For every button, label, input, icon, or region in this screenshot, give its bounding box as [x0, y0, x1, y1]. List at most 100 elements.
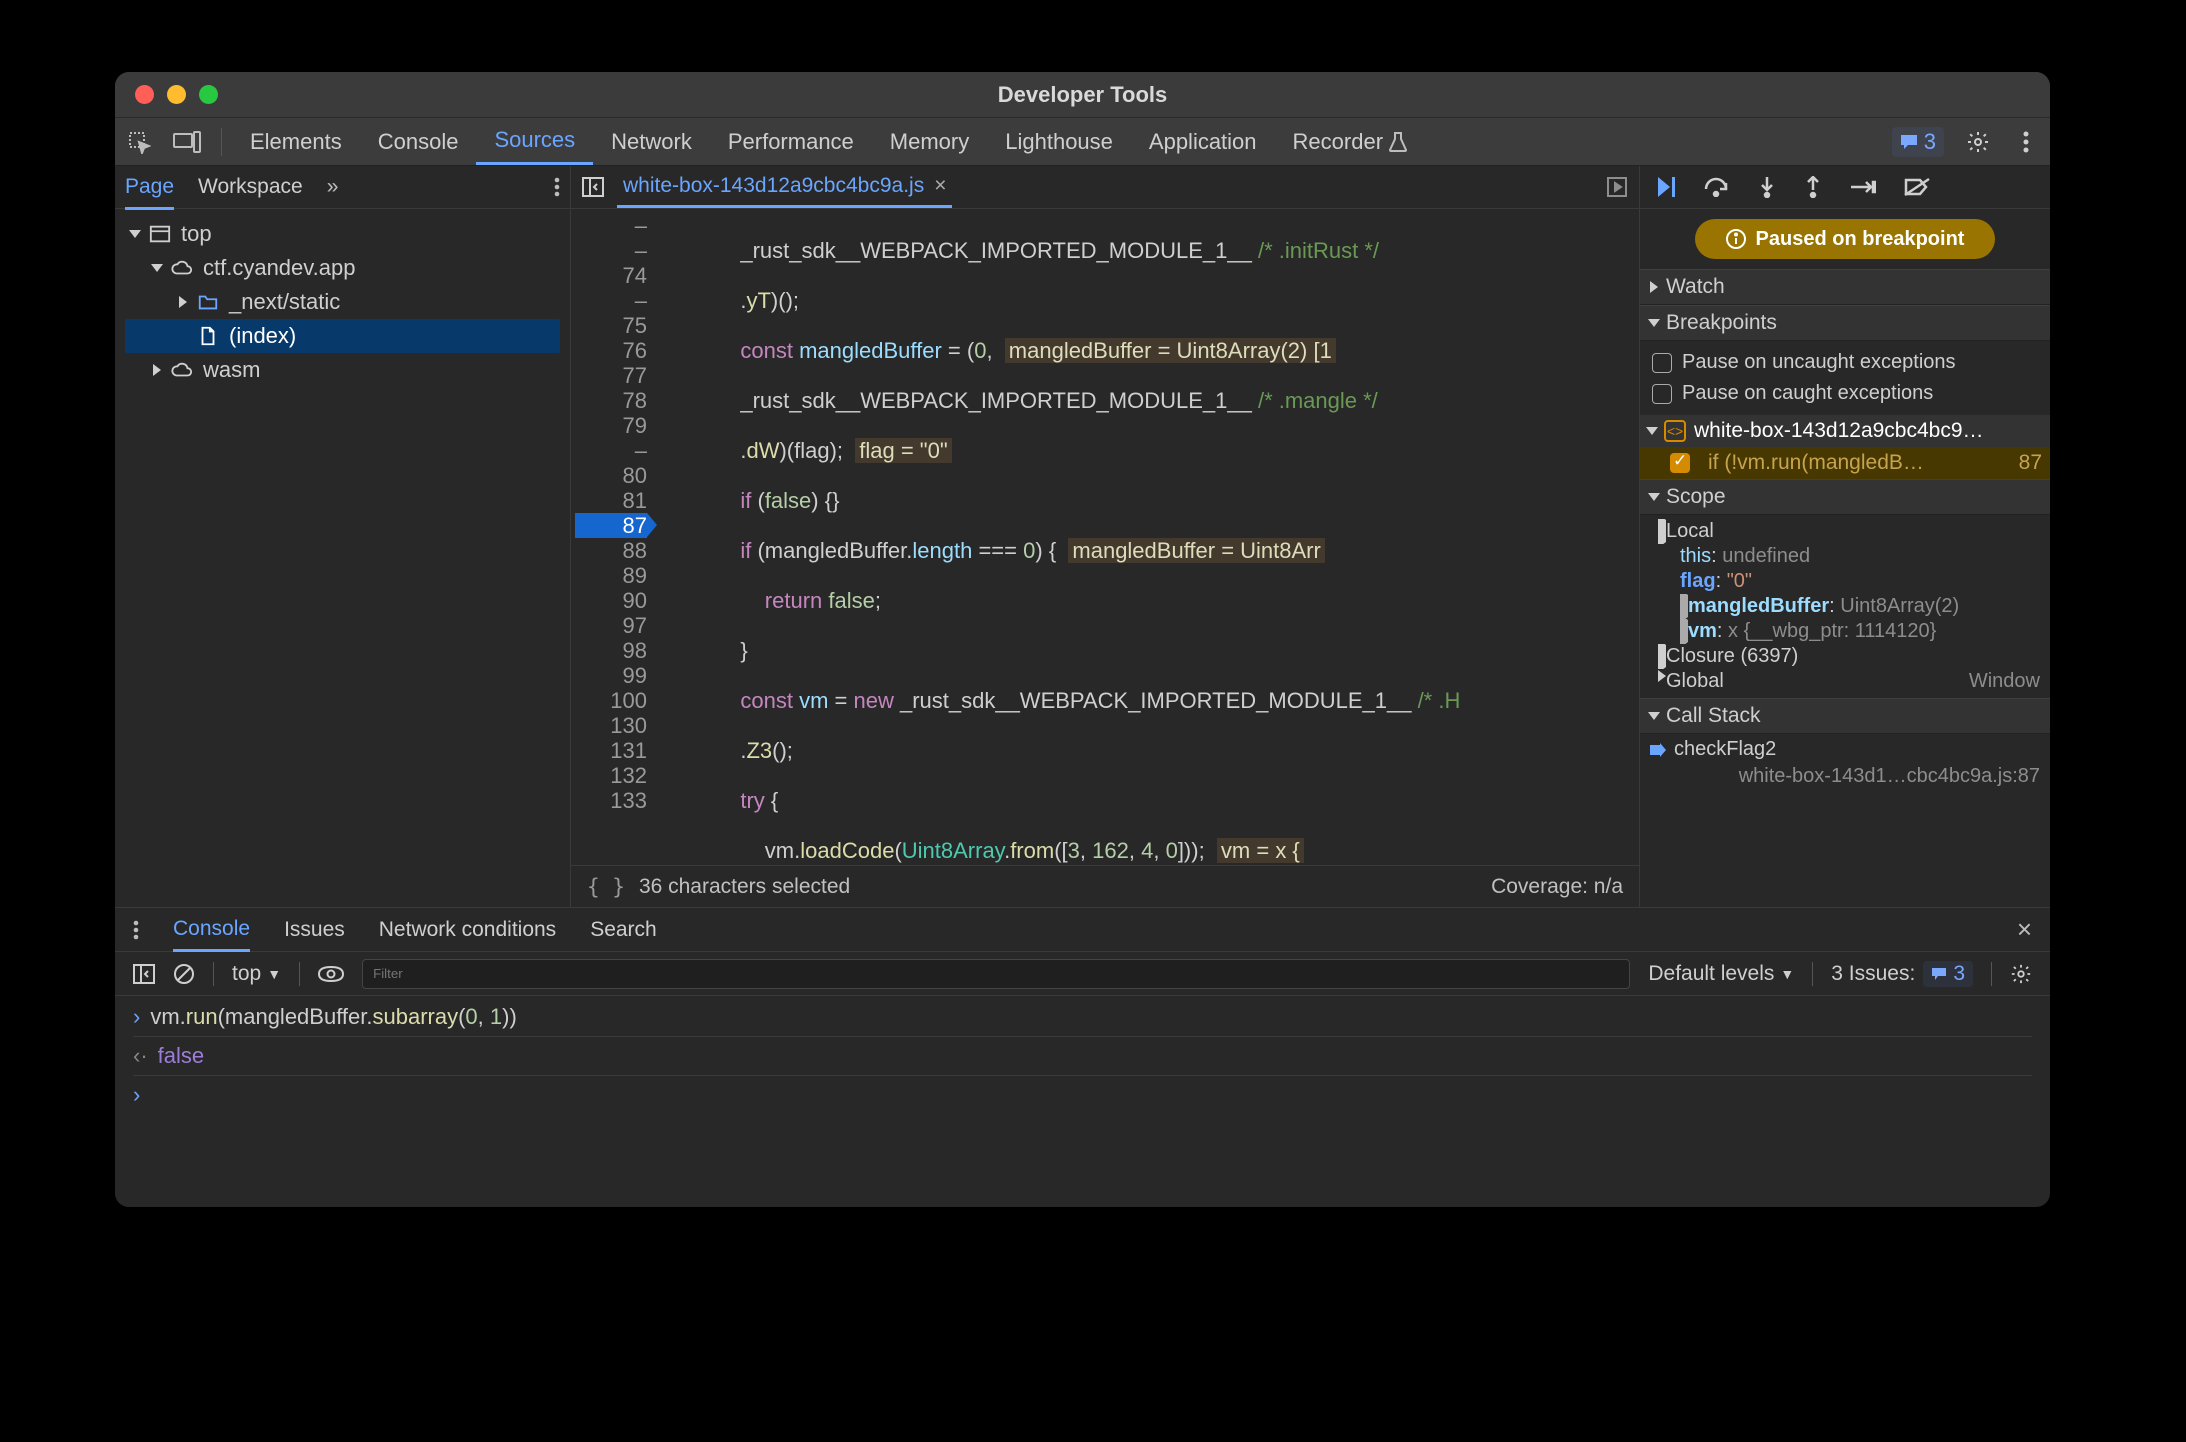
file-icon [197, 325, 219, 347]
step-out-icon[interactable] [1804, 176, 1822, 198]
drawer-tab-network-conditions[interactable]: Network conditions [379, 918, 556, 942]
prompt-icon: › [133, 1004, 140, 1029]
tab-lighthouse[interactable]: Lighthouse [987, 118, 1131, 165]
inline-value: mangledBuffer = Uint8Array(2) [1 [1005, 338, 1336, 363]
nav-tab-overflow[interactable]: » [327, 175, 339, 199]
device-toolbar-icon[interactable] [169, 124, 205, 160]
context-selector[interactable]: top ▼ [232, 962, 281, 986]
step-icon[interactable] [1850, 179, 1876, 195]
tree-top[interactable]: top [125, 217, 560, 251]
levels-dropdown[interactable]: Default levels ▼ [1648, 962, 1794, 986]
scope-global[interactable]: GlobalWindow [1650, 669, 2040, 694]
console-sidebar-toggle-icon[interactable] [133, 964, 155, 984]
drawer: Console Issues Network conditions Search… [115, 907, 2050, 1207]
file-tab-name: white-box-143d12a9cbc4bc9a.js [623, 174, 924, 198]
deactivate-breakpoints-icon[interactable] [1904, 177, 1930, 197]
drawer-tabs: Console Issues Network conditions Search… [115, 908, 2050, 952]
breakpoint-line-number: 87 [2019, 451, 2042, 475]
nav-tab-workspace[interactable]: Workspace [198, 175, 303, 199]
tab-console[interactable]: Console [360, 118, 477, 165]
tree-folder[interactable]: _next/static [125, 285, 560, 319]
file-tree: top ctf.cyandev.app _next/static (index) [115, 209, 570, 395]
tree-file-index[interactable]: (index) [125, 319, 560, 353]
scope-closure[interactable]: Closure (6397) [1650, 644, 2040, 669]
resume-icon[interactable] [1658, 177, 1676, 197]
console-body[interactable]: ›vm.run(mangledBuffer.subarray(0, 1)) ‹·… [115, 996, 2050, 1207]
tab-network[interactable]: Network [593, 118, 710, 165]
tab-memory[interactable]: Memory [872, 118, 987, 165]
chevron-down-icon [151, 264, 163, 272]
issues-link[interactable]: 3 Issues: 3 [1831, 961, 1973, 987]
scope-vm[interactable]: vm: x {__wbg_ptr: 1114120} [1650, 619, 2040, 644]
console-input[interactable]: › [133, 1076, 2032, 1108]
window-icon [149, 223, 171, 245]
pretty-print-icon[interactable]: { } [587, 875, 625, 899]
close-icon[interactable]: × [934, 174, 946, 198]
chevron-down-icon [129, 230, 141, 238]
inspect-element-icon[interactable] [121, 124, 157, 160]
tab-sources[interactable]: Sources [476, 118, 593, 165]
code-editor[interactable]: ––74– 75767778 79–8081 87 88899097 98991… [571, 209, 1639, 865]
tab-elements[interactable]: Elements [232, 118, 360, 165]
chevron-down-icon [1646, 427, 1658, 435]
scope-flag[interactable]: flag: "0" [1650, 569, 2040, 594]
tab-application[interactable]: Application [1131, 118, 1275, 165]
pane-watch[interactable]: Watch [1640, 269, 2050, 305]
cloud-icon [171, 257, 193, 279]
run-snippet-icon[interactable] [1605, 175, 1629, 199]
nav-tab-page[interactable]: Page [125, 175, 174, 210]
drawer-tab-issues[interactable]: Issues [284, 918, 345, 942]
chevron-down-icon [1648, 493, 1660, 501]
callstack-frame[interactable]: checkFlag2 [1640, 734, 2050, 765]
main-area: Page Workspace » top ctf.cyandev.app [115, 166, 2050, 907]
breakpoint-checkbox[interactable] [1670, 453, 1690, 473]
scope-body: Local this: undefined flag: "0" mangledB… [1640, 515, 2050, 698]
chevron-right-icon [1658, 670, 1666, 682]
console-filter-input[interactable] [362, 959, 1630, 989]
pause-caught-toggle[interactable]: Pause on caught exceptions [1652, 378, 2038, 409]
chevron-right-icon [179, 296, 187, 308]
close-drawer-icon[interactable]: × [2017, 914, 2032, 945]
tree-domain[interactable]: ctf.cyandev.app [125, 251, 560, 285]
issues-badge[interactable]: 3 [1892, 127, 1944, 157]
chevron-right-icon [153, 364, 161, 376]
pane-callstack[interactable]: Call Stack [1640, 698, 2050, 734]
scope-mangledbuffer[interactable]: mangledBuffer: Uint8Array(2) [1650, 594, 2040, 619]
drawer-tab-search[interactable]: Search [590, 918, 657, 942]
tree-top-label: top [181, 221, 212, 247]
settings-icon[interactable] [1960, 124, 1996, 160]
chevron-right-icon [1650, 281, 1658, 293]
step-over-icon[interactable] [1704, 177, 1730, 197]
scope-local[interactable]: Local [1650, 519, 2040, 544]
drawer-more-icon[interactable] [133, 920, 139, 940]
tree-wasm[interactable]: wasm [125, 353, 560, 387]
breakpoint-line[interactable]: if (!vm.run(mangledB… 87 [1640, 447, 2050, 479]
info-icon [1726, 229, 1746, 249]
result-icon: ‹· [133, 1043, 148, 1068]
nav-more-icon[interactable] [554, 177, 560, 197]
callstack-frame-name: checkFlag2 [1674, 738, 1776, 761]
breakpoint-marker[interactable]: 87 [575, 513, 647, 538]
main-tabs: Elements Console Sources Network Perform… [115, 118, 2050, 166]
tab-performance[interactable]: Performance [710, 118, 872, 165]
toggle-navigator-icon[interactable] [581, 175, 605, 199]
tab-recorder[interactable]: Recorder [1275, 118, 1426, 165]
window-title: Developer Tools [115, 82, 2050, 108]
drawer-tab-console[interactable]: Console [173, 917, 250, 952]
tree-folder-label: _next/static [229, 289, 340, 315]
code-body[interactable]: _rust_sdk__WEBPACK_IMPORTED_MODULE_1__ /… [657, 209, 1639, 865]
file-tab-active[interactable]: white-box-143d12a9cbc4bc9a.js × [617, 166, 952, 208]
pause-uncaught-toggle[interactable]: Pause on uncaught exceptions [1652, 347, 2038, 378]
more-icon[interactable] [2008, 124, 2044, 160]
script-badge-icon: <> [1664, 420, 1686, 442]
step-into-icon[interactable] [1758, 176, 1776, 198]
gutter[interactable]: ––74– 75767778 79–8081 87 88899097 98991… [571, 209, 657, 865]
chevron-down-icon [1648, 712, 1660, 720]
pane-breakpoints[interactable]: Breakpoints [1640, 305, 2050, 341]
live-expression-icon[interactable] [318, 965, 344, 983]
clear-console-icon[interactable] [173, 963, 195, 985]
pane-scope[interactable]: Scope [1640, 479, 2050, 515]
console-settings-icon[interactable] [2010, 963, 2032, 985]
breakpoint-file-name: white-box-143d12a9cbc4bc9… [1694, 419, 2042, 443]
breakpoint-file[interactable]: <> white-box-143d12a9cbc4bc9… [1640, 415, 2050, 447]
